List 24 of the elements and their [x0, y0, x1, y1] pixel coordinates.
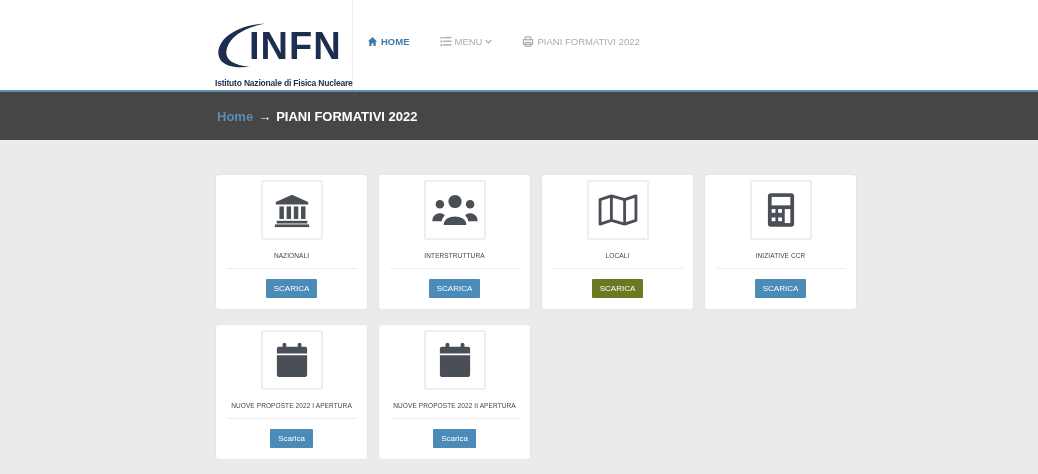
calendar-icon [437, 342, 472, 378]
map-icon [596, 193, 639, 227]
download-button[interactable]: SCARICA [265, 279, 318, 298]
nav-link[interactable]: PIANI FORMATIVI 2022 [522, 35, 640, 47]
bank-icon [273, 192, 310, 228]
logo-wordmark: INFN [249, 24, 342, 68]
download-button[interactable]: SCARICA [428, 279, 481, 298]
download-button[interactable]: Scarica [270, 429, 313, 448]
users-icon [431, 193, 478, 227]
breadcrumb-separator: → [258, 108, 272, 124]
download-button[interactable]: Scarica [433, 429, 476, 448]
nav-link[interactable]: MENU [439, 35, 493, 47]
printer-icon [522, 35, 535, 47]
nav-link[interactable]: HOME [367, 35, 410, 47]
download-button[interactable]: SCARICA [754, 279, 807, 298]
logo-subtitle: Istituto Nazionale di Fisica Nucleare [215, 78, 352, 88]
home-icon [367, 35, 378, 47]
calculator-icon [766, 192, 795, 228]
list-icon [439, 35, 452, 47]
calendar-icon [274, 342, 309, 378]
caret-icon [485, 37, 493, 45]
download-button[interactable]: SCARICA [591, 279, 644, 298]
breadcrumb-current: PIANI FORMATIVI 2022 [276, 108, 418, 124]
breadcrumb-link[interactable]: Home [217, 108, 254, 124]
